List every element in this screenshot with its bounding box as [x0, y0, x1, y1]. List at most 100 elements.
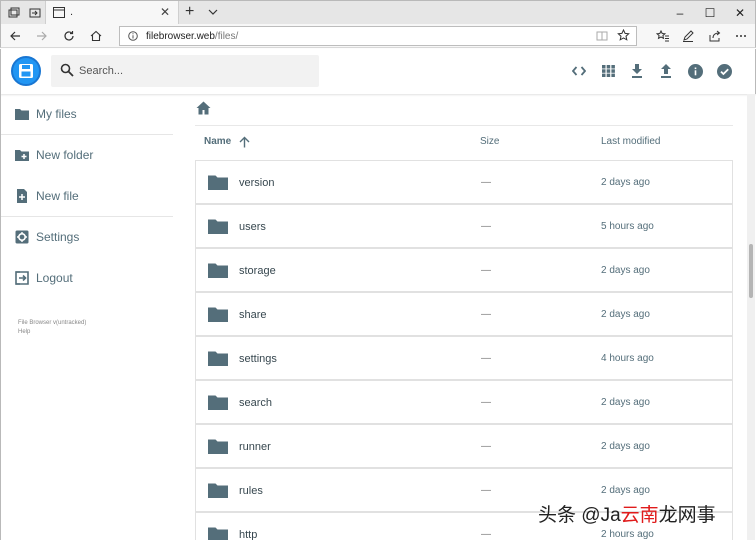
- file-name: settings: [239, 353, 277, 365]
- file-modified: 4 hours ago: [601, 353, 654, 364]
- code-icon[interactable]: [570, 62, 588, 80]
- folder-icon: [208, 483, 228, 498]
- sidebar-item-label: Settings: [36, 230, 80, 244]
- file-size: —: [481, 529, 491, 540]
- settings-icon: [15, 230, 29, 244]
- column-header-size[interactable]: Size: [480, 136, 499, 147]
- file-size: —: [481, 485, 491, 496]
- breadcrumb: [195, 100, 733, 126]
- file-modified: 2 days ago: [601, 485, 650, 496]
- set-aside-tabs-icon[interactable]: [26, 4, 44, 22]
- new-folder-icon: [15, 150, 29, 161]
- folder-icon: [208, 219, 228, 234]
- pen-notes-icon[interactable]: [679, 27, 697, 45]
- folder-icon: [208, 307, 228, 322]
- list-item[interactable]: version — 2 days ago: [195, 160, 733, 204]
- file-modified: 2 days ago: [601, 441, 650, 452]
- scrollbar-thumb[interactable]: [749, 244, 753, 298]
- file-name: storage: [239, 265, 276, 277]
- refresh-icon[interactable]: [60, 27, 78, 45]
- list-item[interactable]: settings — 4 hours ago: [195, 336, 733, 380]
- share-icon[interactable]: [706, 27, 724, 45]
- url-field[interactable]: filebrowser.web/files/: [119, 26, 637, 46]
- minimize-button[interactable]: –: [665, 1, 695, 25]
- list-item[interactable]: users — 5 hours ago: [195, 204, 733, 248]
- file-size: —: [481, 353, 491, 364]
- tab-close-button[interactable]: ✕: [160, 6, 170, 18]
- folder-icon: [15, 109, 29, 120]
- file-name: runner: [239, 441, 271, 453]
- sidebar-item-label: My files: [36, 107, 77, 121]
- sidebar-item-logout[interactable]: Logout: [1, 258, 173, 298]
- reading-view-icon[interactable]: [596, 30, 608, 42]
- sidebar-item-my-files[interactable]: My files: [1, 94, 173, 134]
- close-window-button[interactable]: ✕: [725, 1, 755, 25]
- file-modified: 2 days ago: [601, 309, 650, 320]
- sidebar: My files New folder New file Settings Lo…: [0, 94, 175, 540]
- tab-preview-chevron-icon[interactable]: [207, 6, 219, 18]
- sidebar-item-new-folder[interactable]: New folder: [1, 135, 173, 175]
- home-icon[interactable]: [196, 101, 211, 115]
- home-icon[interactable]: [87, 27, 105, 45]
- url-path: /files/: [214, 31, 239, 42]
- info-icon[interactable]: [686, 62, 704, 80]
- url-host: filebrowser.web: [146, 31, 215, 42]
- favorite-star-icon[interactable]: [617, 29, 630, 42]
- list-item[interactable]: share — 2 days ago: [195, 292, 733, 336]
- page-scrollbar[interactable]: [747, 94, 755, 540]
- search-input[interactable]: [79, 63, 299, 79]
- check-circle-icon[interactable]: [715, 62, 733, 80]
- browser-tab[interactable]: . ✕: [45, 1, 179, 25]
- new-file-icon: [17, 189, 27, 203]
- sidebar-item-label: Logout: [36, 271, 73, 285]
- file-modified: 2 days ago: [601, 177, 650, 188]
- new-tab-button[interactable]: +: [185, 3, 194, 21]
- forward-arrow-icon[interactable]: [33, 27, 51, 45]
- site-info-icon[interactable]: [128, 31, 138, 41]
- sidebar-item-label: New folder: [36, 148, 94, 162]
- grid-view-icon[interactable]: [599, 62, 617, 80]
- file-size: —: [481, 309, 491, 320]
- watermark-suffix: 龙网事: [658, 505, 716, 526]
- column-header-name[interactable]: Name: [204, 136, 231, 147]
- file-modified: 2 days ago: [601, 397, 650, 408]
- version-text: File Browser v(untracked): [18, 320, 87, 326]
- maximize-button[interactable]: ☐: [695, 1, 725, 25]
- file-name: users: [239, 221, 266, 233]
- search-box[interactable]: [51, 55, 319, 87]
- file-size: —: [481, 397, 491, 408]
- download-icon[interactable]: [628, 62, 646, 80]
- column-header-modified[interactable]: Last modified: [601, 136, 660, 147]
- favorites-hub-icon[interactable]: [653, 27, 671, 45]
- more-menu-icon[interactable]: [732, 27, 750, 45]
- sidebar-item-label: New file: [36, 189, 79, 203]
- list-item[interactable]: storage — 2 days ago: [195, 248, 733, 292]
- arrow-up-icon[interactable]: [239, 136, 250, 148]
- floppy-logo-icon: [19, 64, 33, 78]
- sidebar-item-new-file[interactable]: New file: [1, 176, 173, 216]
- file-size: —: [481, 441, 491, 452]
- folder-icon: [208, 527, 228, 540]
- tab-title: .: [70, 6, 74, 18]
- file-name: rules: [239, 485, 263, 497]
- upload-icon[interactable]: [657, 62, 675, 80]
- list-item[interactable]: search — 2 days ago: [195, 380, 733, 424]
- help-link[interactable]: Help: [18, 328, 86, 337]
- back-arrow-icon[interactable]: [6, 27, 24, 45]
- browser-address-bar: filebrowser.web/files/: [0, 24, 756, 48]
- page-icon: [53, 7, 65, 18]
- watermark-prefix: 头条 @Ja: [538, 505, 621, 526]
- app-logo[interactable]: [11, 56, 41, 86]
- tab-actions-icon[interactable]: [5, 4, 23, 22]
- file-name: http: [239, 529, 258, 540]
- sidebar-item-settings[interactable]: Settings: [1, 217, 173, 257]
- browser-tab-strip: . ✕ + – ☐ ✕: [0, 0, 756, 25]
- file-size: —: [481, 265, 491, 276]
- list-item[interactable]: runner — 2 days ago: [195, 424, 733, 468]
- folder-icon: [208, 263, 228, 278]
- search-icon: [60, 63, 74, 77]
- file-size: —: [481, 177, 491, 188]
- file-modified: 2 hours ago: [601, 529, 654, 540]
- folder-icon: [208, 395, 228, 410]
- file-name: share: [239, 309, 267, 321]
